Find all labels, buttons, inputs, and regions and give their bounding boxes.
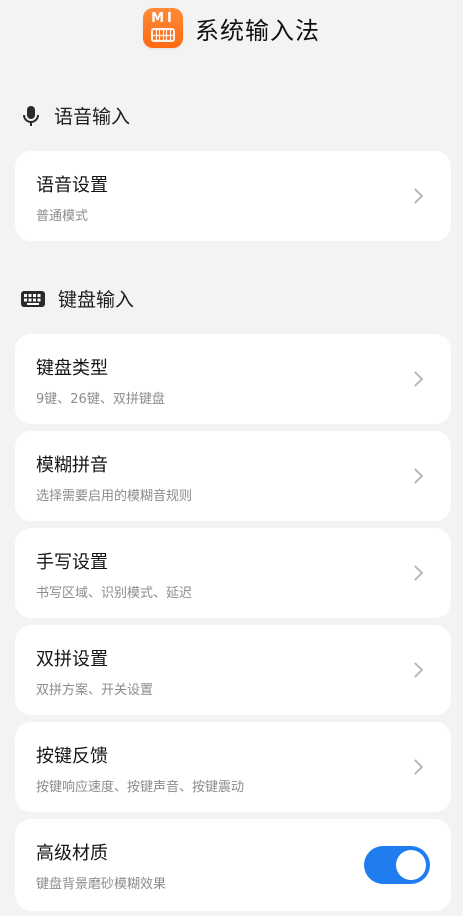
key-feedback-subtitle: 按键响应速度、按键声音、按键震动 xyxy=(36,780,245,795)
handwriting-settings-item[interactable]: 手写设置 书写区域、识别模式、延迟 xyxy=(15,528,451,618)
voice-settings-item[interactable]: 语音设置 普通模式 xyxy=(15,151,451,241)
app-logo-text: MI xyxy=(151,11,175,26)
double-pinyin-settings-item[interactable]: 双拼设置 双拼方案、开关设置 xyxy=(15,625,451,715)
section-header-keyboard: 键盘输入 xyxy=(20,285,134,312)
voice-settings-subtitle: 普通模式 xyxy=(36,209,89,224)
section-title-keyboard: 键盘输入 xyxy=(58,289,135,311)
app-logo-icon: MI xyxy=(143,8,183,48)
key-feedback-item[interactable]: 按键反馈 按键响应速度、按键声音、按键震动 xyxy=(15,722,451,812)
double-pinyin-settings-title: 双拼设置 xyxy=(36,649,108,670)
keyboard-type-item[interactable]: 键盘类型 9键、26键、双拼键盘 xyxy=(15,334,451,424)
chevron-right-icon xyxy=(407,759,424,775)
chevron-right-icon xyxy=(407,371,424,387)
voice-settings-title: 语音设置 xyxy=(36,175,108,196)
advanced-material-title: 高级材质 xyxy=(36,843,108,864)
keyboard-logo-graphic xyxy=(151,28,175,42)
app-header: MI 系统输入法 xyxy=(0,0,463,56)
microphone-icon xyxy=(20,105,42,127)
advanced-material-subtitle: 键盘背景磨砂模糊效果 xyxy=(36,877,167,892)
chevron-right-icon xyxy=(407,565,424,581)
advanced-material-item: 高级材质 键盘背景磨砂模糊效果 xyxy=(15,819,451,911)
key-feedback-title: 按键反馈 xyxy=(36,746,108,767)
toggle-knob xyxy=(396,850,426,880)
section-header-voice: 语音输入 xyxy=(20,102,130,129)
fuzzy-pinyin-subtitle: 选择需要启用的模糊音规则 xyxy=(36,489,193,504)
chevron-right-icon xyxy=(407,468,424,484)
handwriting-settings-title: 手写设置 xyxy=(36,552,108,573)
fuzzy-pinyin-item[interactable]: 模糊拼音 选择需要启用的模糊音规则 xyxy=(15,431,451,521)
section-title-voice: 语音输入 xyxy=(54,106,131,128)
handwriting-settings-subtitle: 书写区域、识别模式、延迟 xyxy=(36,586,193,601)
app-title: 系统输入法 xyxy=(195,16,320,45)
chevron-right-icon xyxy=(407,188,424,204)
chevron-right-icon xyxy=(407,662,424,678)
keyboard-icon xyxy=(20,288,46,310)
fuzzy-pinyin-title: 模糊拼音 xyxy=(36,455,108,476)
keyboard-type-subtitle: 9键、26键、双拼键盘 xyxy=(36,392,165,407)
double-pinyin-settings-subtitle: 双拼方案、开关设置 xyxy=(36,683,154,698)
keyboard-type-title: 键盘类型 xyxy=(36,358,108,379)
advanced-material-toggle[interactable] xyxy=(364,846,430,884)
